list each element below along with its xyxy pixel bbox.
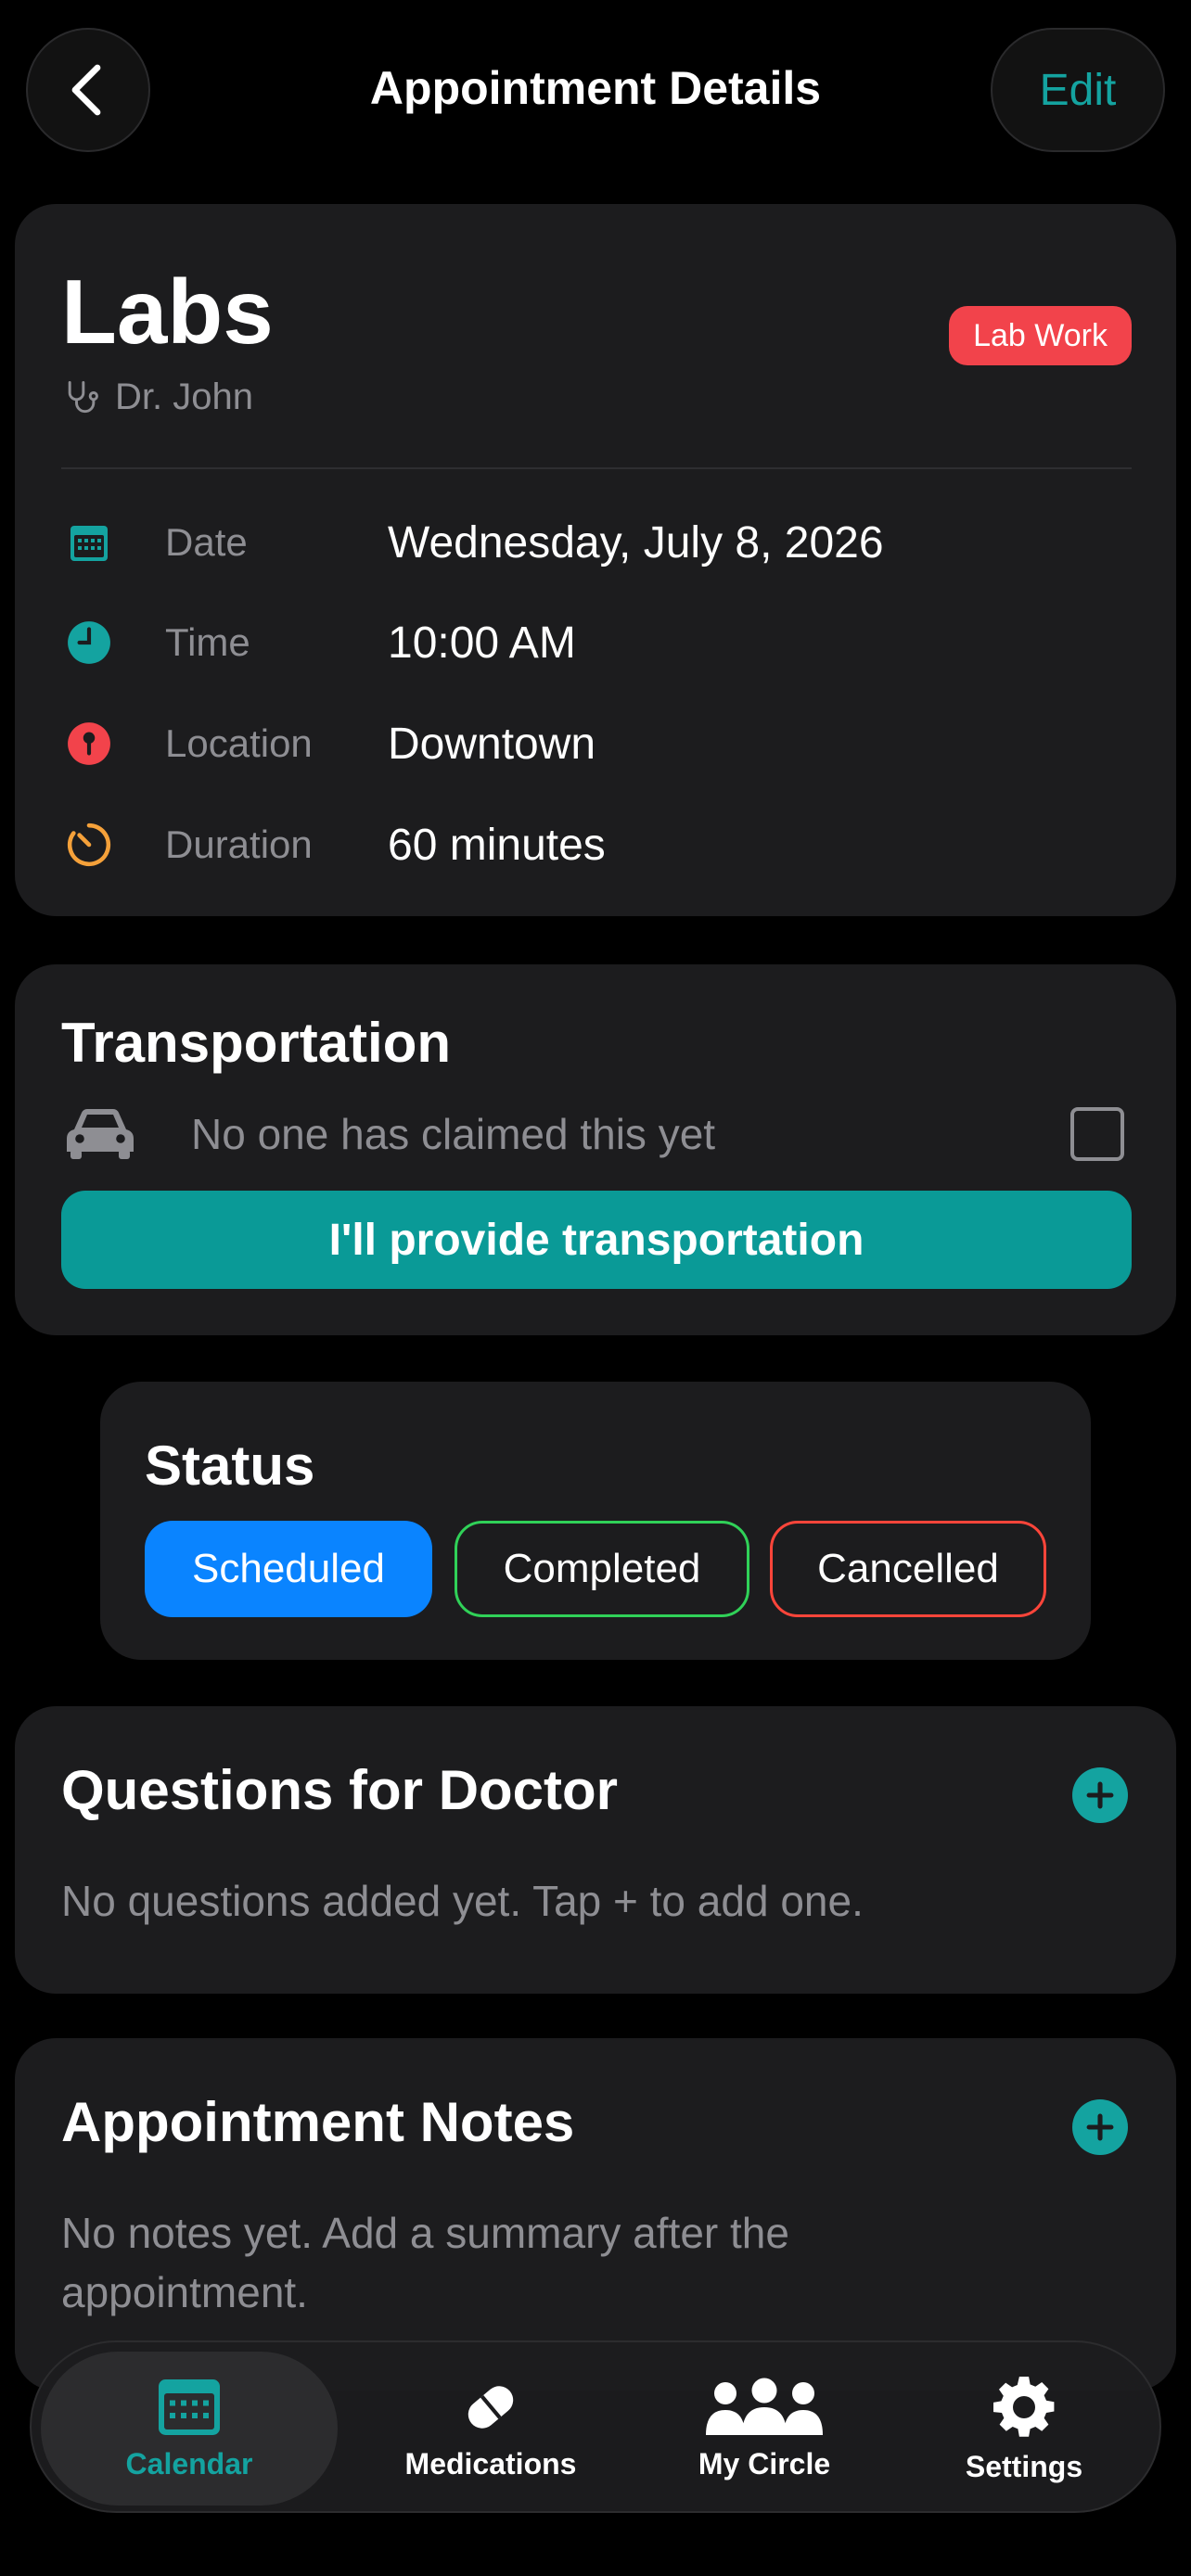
notes-empty-text: No notes yet. Add a summary after the ap… bbox=[61, 2209, 789, 2316]
clock-icon bbox=[61, 615, 117, 670]
location-pin-icon bbox=[61, 716, 117, 772]
time-row: Time 10:00 AM bbox=[61, 610, 1128, 675]
tab-calendar-label: Calendar bbox=[125, 2446, 253, 2480]
duration-row: Duration 60 minutes bbox=[61, 812, 1128, 877]
questions-card: Questions for Doctor No questions added … bbox=[15, 1706, 1176, 1994]
navigation-header: Appointment Details Edit bbox=[0, 0, 1191, 185]
tab-bar: Calendar Medications My Circle Settings bbox=[30, 2340, 1161, 2513]
tab-medications[interactable]: Medications bbox=[338, 2352, 644, 2506]
appointment-title: Labs bbox=[61, 261, 274, 363]
claim-checkbox[interactable] bbox=[1070, 1107, 1124, 1161]
time-label: Time bbox=[165, 620, 250, 664]
transportation-status-text: No one has claimed this yet bbox=[191, 1110, 716, 1158]
time-value: 10:00 AM bbox=[388, 618, 576, 668]
status-card: Status Scheduled Completed Cancelled bbox=[100, 1382, 1091, 1660]
tab-settings-label: Settings bbox=[965, 2449, 1083, 2483]
duration-value: 60 minutes bbox=[388, 820, 606, 870]
transportation-title: Transportation bbox=[61, 1012, 452, 1074]
status-completed-button[interactable]: Completed bbox=[455, 1521, 749, 1617]
tab-my-circle-label: My Circle bbox=[698, 2446, 831, 2480]
duration-label: Duration bbox=[165, 823, 313, 866]
tab-medications-label: Medications bbox=[404, 2446, 577, 2480]
plus-icon bbox=[1086, 1781, 1114, 1809]
car-icon bbox=[67, 1109, 134, 1159]
questions-title: Questions for Doctor bbox=[61, 1759, 619, 1821]
date-value: Wednesday, July 8, 2026 bbox=[388, 517, 884, 567]
appointment-details-card: Labs Dr. John Lab Work Date Wednesday, J… bbox=[15, 204, 1176, 916]
transportation-card: Transportation No one has claimed this y… bbox=[15, 964, 1176, 1335]
calendar-icon bbox=[61, 515, 117, 570]
status-title: Status bbox=[145, 1435, 315, 1497]
status-scheduled-button[interactable]: Scheduled bbox=[145, 1521, 432, 1617]
doctor-row: Dr. John bbox=[61, 376, 253, 418]
location-value: Downtown bbox=[388, 719, 596, 769]
people-icon bbox=[706, 2378, 823, 2435]
edit-button[interactable]: Edit bbox=[991, 28, 1165, 152]
location-label: Location bbox=[165, 721, 313, 765]
location-row: Location Downtown bbox=[61, 711, 1128, 776]
questions-empty-text: No questions added yet. Tap + to add one… bbox=[61, 1877, 864, 1925]
gear-icon bbox=[993, 2376, 1055, 2437]
status-cancelled-button[interactable]: Cancelled bbox=[770, 1521, 1046, 1617]
add-note-button[interactable] bbox=[1072, 2099, 1128, 2155]
notes-title: Appointment Notes bbox=[61, 2091, 575, 2153]
plus-icon bbox=[1086, 2113, 1114, 2141]
provide-transportation-button[interactable]: I'll provide transportation bbox=[61, 1191, 1132, 1289]
tab-calendar[interactable]: Calendar bbox=[41, 2352, 338, 2506]
tab-settings[interactable]: Settings bbox=[885, 2352, 1163, 2506]
add-question-button[interactable] bbox=[1072, 1767, 1128, 1823]
calendar-icon bbox=[159, 2378, 220, 2435]
notes-card: Appointment Notes No notes yet. Add a su… bbox=[15, 2038, 1176, 2391]
tab-my-circle[interactable]: My Circle bbox=[616, 2352, 913, 2506]
timer-icon bbox=[61, 817, 117, 873]
date-label: Date bbox=[165, 520, 248, 564]
pill-icon bbox=[467, 2385, 514, 2429]
date-row: Date Wednesday, July 8, 2026 bbox=[61, 510, 1128, 575]
stethoscope-icon bbox=[68, 380, 98, 413]
divider bbox=[61, 467, 1132, 469]
appointment-type-badge: Lab Work bbox=[949, 306, 1132, 365]
doctor-name: Dr. John bbox=[115, 376, 253, 417]
